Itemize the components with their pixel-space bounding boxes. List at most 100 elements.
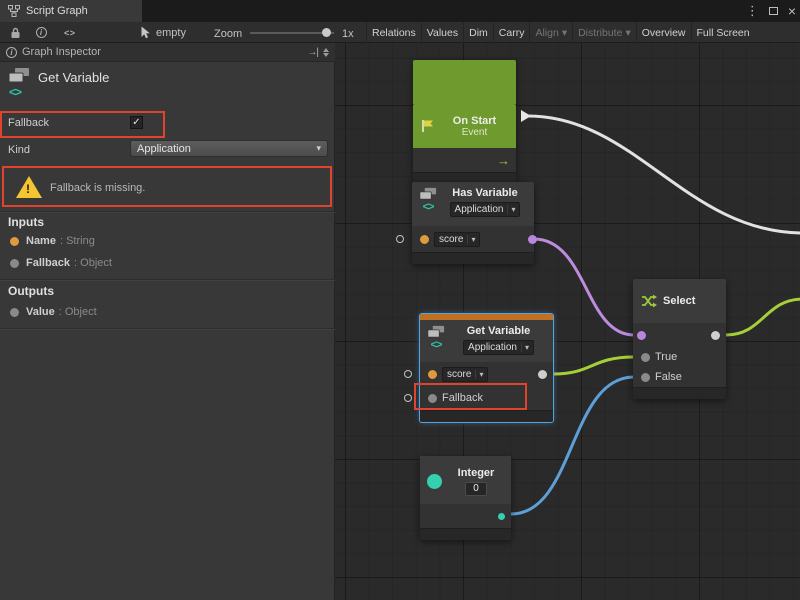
- variable-name-dropdown[interactable]: score ▾: [442, 367, 488, 382]
- info-icon: i: [36, 27, 47, 38]
- value-output-port[interactable]: [538, 370, 547, 379]
- close-icon[interactable]: ×: [788, 4, 796, 18]
- unconnected-input-port[interactable]: [396, 235, 404, 243]
- values-button[interactable]: Values: [421, 22, 463, 43]
- variables-icon: [419, 187, 437, 200]
- inputs-header: Inputs: [8, 215, 44, 229]
- warning-box: ! Fallback is missing.: [2, 167, 333, 208]
- wire-onstart-flow[interactable]: [528, 116, 800, 233]
- title-bar: Script Graph ⋮ ×: [0, 0, 800, 22]
- kind-dropdown[interactable]: Application ▾: [130, 140, 328, 157]
- graph-canvas[interactable]: On Start Event → <>: [335, 43, 800, 600]
- graph-toolbar: i < > empty Zoom 1x Relations Values Dim…: [0, 22, 800, 43]
- on-start-header: On Start Event: [413, 104, 516, 148]
- node-on-start[interactable]: On Start Event →: [413, 60, 516, 184]
- chevron-down-icon: ▾: [521, 343, 529, 352]
- dim-button[interactable]: Dim: [463, 22, 493, 43]
- name-input-port[interactable]: [420, 235, 429, 244]
- chevron-down-icon: ▾: [316, 143, 321, 154]
- fallback-field-label: Fallback: [8, 117, 49, 129]
- selection-status: empty: [156, 27, 186, 39]
- carry-button[interactable]: Carry: [493, 22, 530, 43]
- node-title: Has Variable: [452, 187, 517, 199]
- zoom-label: Zoom: [214, 28, 242, 40]
- fallback-port-label: Fallback: [442, 392, 483, 404]
- inspected-node-title: Get Variable: [38, 70, 109, 85]
- align-dropdown[interactable]: Align▾: [529, 22, 572, 43]
- string-port-dot: [10, 237, 19, 246]
- node-integer[interactable]: Integer 0: [420, 456, 511, 540]
- flow-connection-arrow: [521, 110, 531, 122]
- select-icon: [641, 294, 657, 308]
- lock-button[interactable]: [4, 25, 26, 40]
- variables-icon: [8, 67, 30, 83]
- lock-icon: [10, 27, 21, 39]
- fallback-input-port[interactable]: [428, 394, 437, 403]
- wire-getvariable-to-select-true[interactable]: [553, 357, 634, 374]
- input-row-fallback: Fallback: Object: [10, 257, 112, 269]
- relations-button[interactable]: Relations: [366, 22, 421, 43]
- window-menu-icon[interactable]: ⋮: [746, 3, 759, 19]
- full-screen-button[interactable]: Full Screen: [691, 22, 755, 43]
- code-view-button[interactable]: < >: [58, 25, 80, 40]
- overview-button[interactable]: Overview: [636, 22, 691, 43]
- true-input-port[interactable]: [641, 353, 650, 362]
- object-port-dot: [10, 259, 19, 268]
- script-graph-window: Script Graph ⋮ × i < > empty Zoom: [0, 0, 800, 600]
- distribute-dropdown[interactable]: Distribute▾: [572, 22, 636, 43]
- inspector-header: i Graph Inspector →|: [0, 43, 335, 62]
- zoom-slider-handle[interactable]: [322, 28, 331, 37]
- tab-title: Script Graph: [26, 5, 88, 17]
- dock-icon[interactable]: →|: [307, 47, 318, 58]
- bool-output-port[interactable]: [528, 235, 537, 244]
- info-icon: i: [6, 47, 17, 58]
- scroll-buttons[interactable]: [323, 48, 329, 57]
- condition-input-port[interactable]: [637, 331, 646, 340]
- select-header: Select: [633, 279, 726, 323]
- integer-output-port[interactable]: [498, 513, 505, 520]
- false-input-port[interactable]: [641, 373, 650, 382]
- fallback-checkbox[interactable]: ✓: [130, 116, 143, 129]
- kind-dropdown[interactable]: Application ▾: [463, 340, 534, 355]
- has-variable-header: <> Has Variable Application ▾: [412, 182, 534, 226]
- node-select[interactable]: Select True False: [633, 279, 726, 399]
- chevron-down-icon: ▾: [562, 27, 567, 39]
- graph-icon: [8, 5, 20, 17]
- chevron-down-icon: ▾: [625, 27, 630, 39]
- chevron-down-icon: ▾: [467, 235, 475, 244]
- unit-code-icon: <>: [423, 201, 434, 213]
- flow-output-port[interactable]: →: [497, 153, 510, 168]
- graph-inspector-panel: i Graph Inspector →| <> Get Variable Fal…: [0, 43, 335, 600]
- false-port-label: False: [655, 371, 682, 383]
- node-title: Get Variable: [467, 325, 531, 337]
- variables-icon: [427, 325, 445, 338]
- inspector-title: Graph Inspector: [22, 46, 101, 58]
- tab-script-graph[interactable]: Script Graph: [0, 0, 142, 22]
- node-title: Integer: [458, 467, 495, 479]
- warning-text: Fallback is missing.: [50, 182, 145, 194]
- integer-type-icon: [427, 474, 442, 489]
- wire-select-output[interactable]: [726, 299, 800, 335]
- integer-value-field[interactable]: 0: [465, 482, 487, 496]
- integer-header: Integer 0: [420, 456, 511, 504]
- variable-name-dropdown[interactable]: score ▾: [434, 232, 480, 247]
- maximize-icon[interactable]: [769, 7, 778, 15]
- unconnected-input-port[interactable]: [404, 370, 412, 378]
- name-input-port[interactable]: [428, 370, 437, 379]
- node-get-variable-selected[interactable]: <> Get Variable Application ▾ score ▾: [420, 314, 553, 422]
- unit-code-icon: <>: [431, 339, 442, 351]
- true-port-label: True: [655, 351, 677, 363]
- input-row-name: Name: String: [10, 235, 95, 247]
- check-icon: ✓: [132, 117, 140, 128]
- node-title: Select: [663, 295, 695, 307]
- code-icon: < >: [64, 28, 74, 38]
- selection-output-port[interactable]: [711, 331, 720, 340]
- chevron-down-icon: ▾: [507, 205, 515, 214]
- unconnected-input-port[interactable]: [404, 394, 412, 402]
- kind-dropdown[interactable]: Application ▾: [450, 202, 521, 217]
- node-title: On Start: [441, 115, 508, 127]
- node-has-variable[interactable]: <> Has Variable Application ▾ score ▾: [412, 182, 534, 264]
- unit-code-icon: <>: [9, 85, 21, 99]
- node-subtitle: Event: [441, 127, 508, 138]
- inspect-button[interactable]: i: [30, 25, 52, 40]
